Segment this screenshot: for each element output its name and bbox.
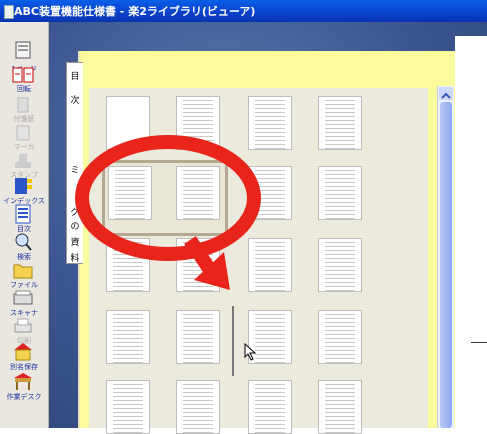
app-icon bbox=[4, 5, 14, 19]
single-page-icon bbox=[15, 41, 31, 59]
vertical-scrollbar[interactable] bbox=[437, 86, 454, 428]
page-thumbnail[interactable] bbox=[248, 380, 292, 434]
window-title: ABC装置機能仕様書 - 楽2ライブラリ(ビューア) bbox=[14, 5, 256, 18]
insertion-marker bbox=[232, 306, 234, 376]
page-thumbnail[interactable] bbox=[318, 310, 362, 364]
folder-icon bbox=[13, 264, 33, 279]
page-thumbnail[interactable] bbox=[176, 380, 220, 434]
sticky-note-icon bbox=[17, 97, 29, 113]
page-thumbnail[interactable] bbox=[106, 310, 150, 364]
annotation-ring-arrow bbox=[75, 135, 261, 290]
tab-char[interactable]: 目 bbox=[69, 69, 81, 82]
page-line bbox=[471, 342, 487, 343]
chevron-up-icon bbox=[441, 92, 451, 99]
toc-icon bbox=[15, 204, 31, 224]
rotate-icon bbox=[12, 67, 34, 83]
scanner-icon bbox=[13, 290, 33, 305]
page-thumbnail[interactable] bbox=[318, 380, 362, 434]
work-desk-label: 作業デスク bbox=[6, 393, 42, 401]
scroll-thumb[interactable] bbox=[440, 102, 452, 428]
page-thumbnail[interactable] bbox=[318, 238, 362, 292]
search-icon bbox=[15, 233, 32, 251]
page-thumbnail[interactable] bbox=[318, 166, 362, 220]
right-page-panel bbox=[455, 36, 487, 428]
rotate-label: 回転 bbox=[17, 85, 31, 93]
scroll-up-button[interactable] bbox=[439, 87, 453, 100]
title-bar: ABC装置機能仕様書 - 楽2ライブラリ(ビューア) bbox=[0, 0, 487, 22]
mouse-cursor-icon bbox=[244, 343, 257, 361]
index-icon bbox=[15, 178, 32, 194]
sticky-note-label: 付箋紙 bbox=[13, 115, 35, 123]
marker-label: マーカ bbox=[13, 143, 35, 151]
desk-icon bbox=[14, 373, 32, 390]
page-thumbnail[interactable] bbox=[106, 380, 150, 434]
left-toolbar: 1ページ 回転 付箋紙 マーカ スタンプ インデックス bbox=[0, 22, 49, 428]
marker-icon bbox=[16, 125, 30, 141]
stamp-icon bbox=[15, 154, 31, 168]
page-thumbnail[interactable] bbox=[318, 96, 362, 150]
tab-char[interactable]: 次 bbox=[69, 93, 81, 106]
page-thumbnail[interactable] bbox=[176, 310, 220, 364]
save-as-label: 別名保存 bbox=[10, 363, 38, 371]
printer-icon bbox=[14, 318, 32, 333]
save-as-icon bbox=[14, 343, 32, 361]
